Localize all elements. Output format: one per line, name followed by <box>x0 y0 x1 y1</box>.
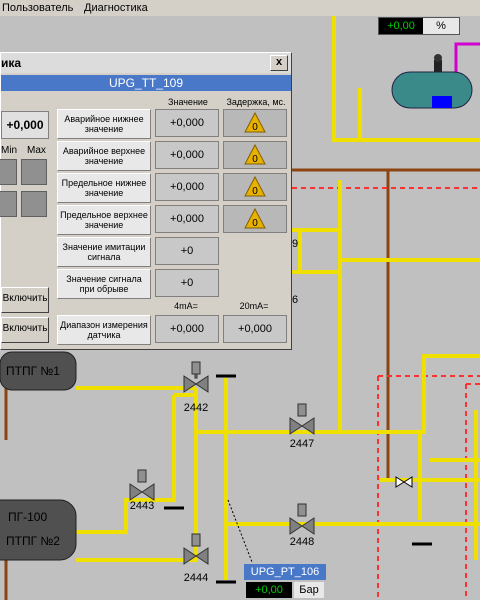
row-label-alarm-high: Аварийное верхнее значение <box>57 141 151 171</box>
row-label-alarm-low: Аварийное нижнее значение <box>57 109 151 139</box>
dialog-title: ика <box>1 56 22 70</box>
tank2-top-label: ПГ-100 <box>8 510 48 524</box>
range-4ma-label: 4mA= <box>174 301 198 311</box>
row-label-limit-low: Предельное нижнее значение <box>57 173 151 203</box>
row-label-limit-high: Предельное верхнее значение <box>57 205 151 235</box>
max-indicator-2 <box>21 191 47 217</box>
menu-bar: Пользователь Диагностика <box>0 0 480 16</box>
menu-item-diagnostics[interactable]: Диагностика <box>84 2 148 14</box>
edge-digit-1: 9 <box>292 238 299 250</box>
limit-high-value[interactable]: +0,000 <box>155 205 219 233</box>
col-delay-header: Задержка, мс. <box>226 97 286 107</box>
svg-text:0: 0 <box>252 186 258 197</box>
tank1-label: ПТПГ №1 <box>6 364 60 378</box>
min-indicator-2 <box>0 191 17 217</box>
min-indicator <box>0 159 17 185</box>
alarm-low-delay[interactable]: 0 <box>223 109 287 137</box>
simulation-value[interactable]: +0 <box>155 237 219 265</box>
max-indicator <box>21 159 47 185</box>
limit-low-value[interactable]: +0,000 <box>155 173 219 201</box>
pt-tag: UPG_PT_106 <box>244 564 326 580</box>
tank2-label: ПТПГ №2 <box>6 534 60 548</box>
enable-button-1[interactable]: Включить <box>1 287 49 313</box>
row-label-simulation: Значение имитации сигнала <box>57 237 151 267</box>
pt-unit: Бар <box>294 582 324 598</box>
range-20ma-label: 20mA= <box>239 301 269 311</box>
valve-2448 <box>289 503 315 535</box>
dialog-titlebar[interactable]: ика x <box>1 53 291 73</box>
indicator-unit: % <box>423 18 459 34</box>
menu-item-user[interactable]: Пользователь <box>2 2 73 14</box>
close-button[interactable]: x <box>270 55 288 71</box>
valve-2443 <box>129 469 155 501</box>
dialog-tag-header: UPG_TT_109 <box>1 75 291 91</box>
min-label: Min <box>1 145 18 156</box>
valve-label-2442: 2442 <box>183 402 209 414</box>
alarm-low-value[interactable]: +0,000 <box>155 109 219 137</box>
valve-label-2443: 2443 <box>129 500 155 512</box>
indicator-value: +0,00 <box>379 18 423 34</box>
valve-2447 <box>289 403 315 435</box>
alarm-high-value[interactable]: +0,000 <box>155 141 219 169</box>
pressure-sensor-widget[interactable]: UPG_PT_106 +0,00 Бар <box>244 564 326 600</box>
range-20ma-value[interactable]: +0,000 <box>223 315 287 343</box>
col-value-header: Значение <box>168 97 208 107</box>
limit-low-delay[interactable]: 0 <box>223 173 287 201</box>
limit-high-delay[interactable]: 0 <box>223 205 287 233</box>
break-value[interactable]: +0 <box>155 269 219 297</box>
max-label: Max <box>27 145 46 156</box>
top-level-indicator[interactable]: +0,00 % <box>378 17 460 35</box>
valve-label-2447: 2447 <box>289 438 315 450</box>
valve-label-2448: 2448 <box>289 536 315 548</box>
svg-text:0: 0 <box>252 218 258 229</box>
valve-label-2444: 2444 <box>183 572 209 584</box>
pt-value: +0,00 <box>246 582 292 598</box>
edge-digit-2: 6 <box>292 294 299 306</box>
range-4ma-value[interactable]: +0,000 <box>155 315 219 343</box>
enable-button-2[interactable]: Включить <box>1 317 49 343</box>
alarm-high-delay[interactable]: 0 <box>223 141 287 169</box>
current-value: +0,000 <box>1 111 49 139</box>
row-label-break: Значение сигнала при обрыве <box>57 269 151 299</box>
row-label-range: Диапазон измерения датчика <box>57 315 151 345</box>
svg-text:0: 0 <box>252 154 258 165</box>
sensor-settings-dialog: ика x UPG_TT_109 +0,000 Min Max Значение… <box>0 52 292 350</box>
svg-text:0: 0 <box>252 122 258 133</box>
